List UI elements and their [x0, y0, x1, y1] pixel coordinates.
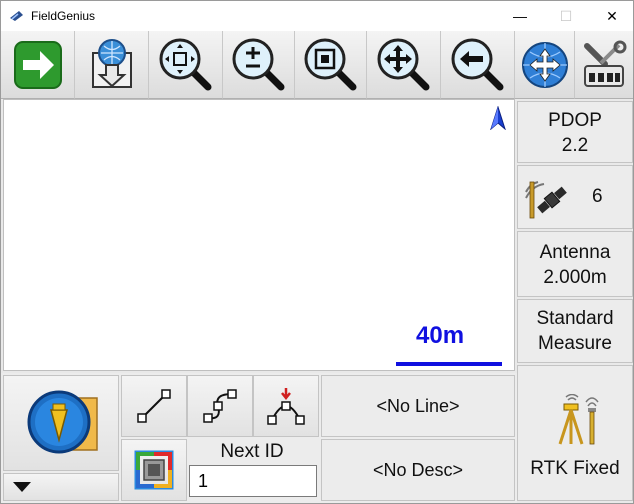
maximize-button[interactable]: ☐ — [543, 1, 589, 31]
zoom-previous-icon — [451, 38, 503, 90]
zoom-extents-button[interactable] — [149, 31, 223, 99]
spline-curve-icon — [203, 389, 237, 423]
measure-mode-line2: Measure — [538, 333, 612, 354]
line-segment-icon — [137, 389, 171, 423]
description-select-button[interactable]: <No Desc> — [321, 439, 515, 501]
fieldgenius-app-icon — [10, 11, 23, 21]
zoom-in-out-icon — [232, 38, 284, 90]
zoom-in-out-button[interactable] — [223, 31, 295, 99]
pdop-label: PDOP — [548, 110, 602, 131]
close-button[interactable]: ✕ — [589, 1, 634, 31]
rtk-status-label: RTK Fixed — [530, 458, 620, 479]
status-panel: PDOP 2.2 6 Antenna 2.000m Standard Measu… — [517, 99, 633, 503]
line-select-button[interactable]: <No Line> — [321, 375, 515, 437]
curve-tool-button[interactable] — [187, 375, 253, 437]
antenna-label: Antenna — [539, 242, 611, 263]
satellite-icon — [525, 181, 567, 219]
bottom-panel: Next ID 1 <No Line> <No Desc> — [1, 373, 517, 503]
measure-mode-line1: Standard — [536, 308, 614, 329]
zoom-extents-icon — [159, 38, 211, 90]
next-arrow-icon — [13, 40, 62, 89]
window-title: FieldGenius — [31, 9, 96, 23]
triangle-down-icon — [13, 482, 31, 492]
minimize-button[interactable]: — — [497, 1, 543, 31]
north-arrow-icon — [490, 106, 506, 130]
navigate-button[interactable] — [515, 31, 575, 99]
next-id-label: Next ID — [220, 441, 284, 462]
menu-dropdown-button[interactable] — [3, 473, 119, 501]
map-scale-bar — [396, 362, 502, 366]
satellite-status-button[interactable]: 6 — [517, 165, 633, 229]
next-id-input[interactable]: 1 — [189, 465, 317, 497]
tools-button[interactable] — [575, 31, 633, 99]
antenna-button[interactable]: Antenna 2.000m — [517, 231, 633, 297]
globe-navigate-icon — [521, 41, 568, 88]
layers-icon — [134, 450, 174, 490]
layers-button[interactable] — [121, 439, 187, 501]
zoom-previous-button[interactable] — [441, 31, 515, 99]
line-tool-button[interactable] — [121, 375, 187, 437]
rtk-status-button[interactable]: RTK Fixed — [517, 365, 633, 501]
next-button[interactable] — [1, 31, 75, 99]
main-toolbar — [1, 31, 633, 99]
fieldgenius-window: FieldGenius — ☐ ✕ 40m PDOP 2.2 6 Antenna… — [0, 0, 634, 504]
arc-point-icon — [267, 388, 305, 425]
zoom-window-button[interactable] — [295, 31, 367, 99]
antenna-height: 2.000m — [543, 267, 607, 288]
measure-button[interactable] — [3, 375, 119, 471]
pan-button[interactable] — [367, 31, 441, 99]
rtk-rover-icon — [558, 394, 599, 445]
arc-tool-button[interactable] — [253, 375, 319, 437]
satellite-count: 6 — [592, 186, 603, 207]
pdop-value: 2.2 — [561, 135, 589, 156]
zoom-window-icon — [304, 38, 356, 90]
map-view[interactable]: 40m — [3, 99, 515, 371]
map-scale-label: 40m — [416, 322, 465, 349]
download-arrow-icon — [91, 38, 132, 88]
pan-icon — [377, 38, 429, 90]
title-bar: FieldGenius — ☐ ✕ — [1, 1, 633, 31]
tools-settings-icon — [584, 40, 627, 87]
pdop-button[interactable]: PDOP 2.2 — [517, 101, 633, 163]
measure-mode-button[interactable]: Standard Measure — [517, 299, 633, 363]
survey-plumb-bob-icon — [27, 390, 98, 454]
download-button[interactable] — [75, 31, 149, 99]
